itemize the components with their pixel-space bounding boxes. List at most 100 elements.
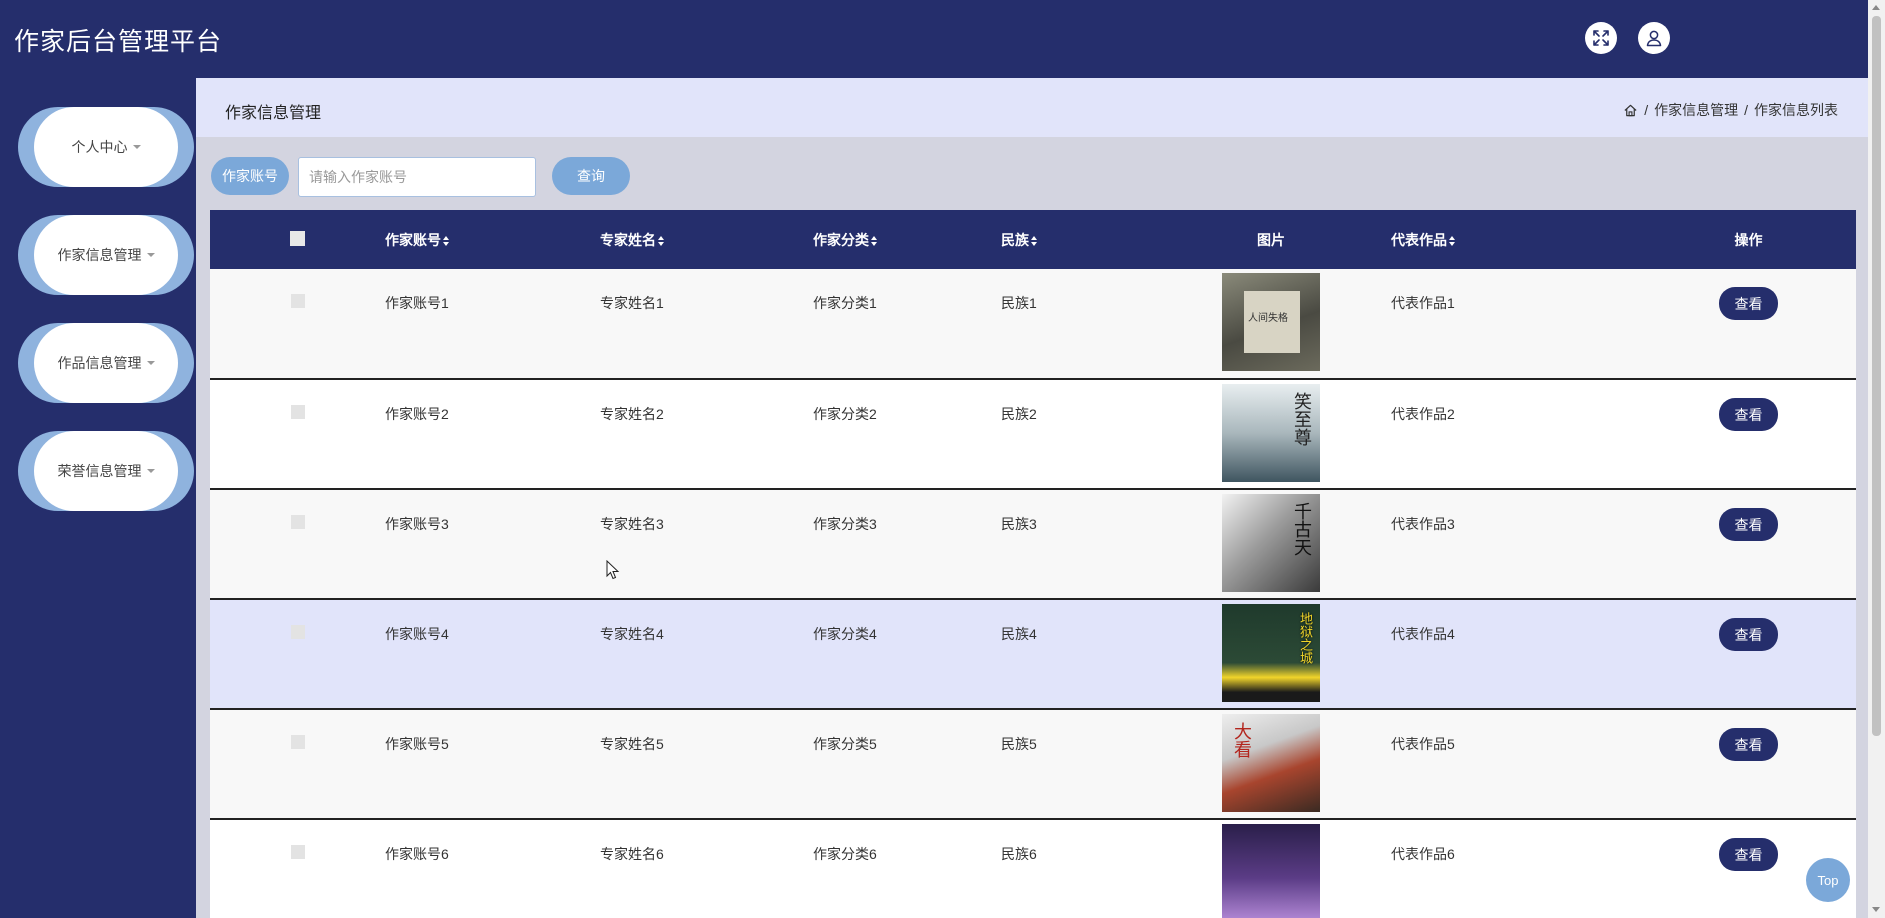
account-cell: 作家账号6 — [385, 846, 449, 862]
row-checkbox[interactable] — [290, 735, 305, 749]
breadcrumb-bar: 作家信息管理 / 作家信息管理 / 作家信息列表 — [196, 78, 1868, 137]
category-cell: 作家分类5 — [813, 736, 877, 752]
checkbox-cell — [210, 269, 385, 379]
work-cell: 代表作品1 — [1391, 295, 1455, 311]
table-row: 作家账号2 专家姓名2 作家分类2 民族2 笑至尊 代表作品2 查看 — [210, 379, 1856, 489]
back-to-top-button[interactable]: Top — [1806, 858, 1850, 902]
column-header: 操作 — [1641, 210, 1856, 269]
account-cell: 作家账号5 — [385, 736, 449, 752]
column-label: 作家分类 — [813, 231, 869, 248]
cover-image: 地狱之城 — [1222, 604, 1320, 702]
table-row: 作家账号5 专家姓名5 作家分类5 民族5 大看 代表作品5 查看 — [210, 709, 1856, 819]
app-title: 作家后台管理平台 — [14, 28, 223, 56]
image-cell: 笑至尊 — [1151, 379, 1391, 489]
column-header: 图片 — [1151, 210, 1391, 269]
table-row: 作家账号1 专家姓名1 作家分类1 民族1 人间失格 代表作品1 查看 — [210, 269, 1856, 379]
checkbox-cell — [210, 819, 385, 918]
row-checkbox[interactable] — [290, 294, 305, 308]
view-button[interactable]: 查看 — [1719, 508, 1778, 541]
scrollbar-thumb[interactable] — [1872, 16, 1881, 736]
column-header[interactable]: 作家分类 — [813, 210, 1001, 269]
sidebar-item-writer-info[interactable]: 作家信息管理 — [18, 215, 194, 295]
table-row: 作家账号6 专家姓名6 作家分类6 民族6 代表作品6 查看 — [210, 819, 1856, 918]
account-cell: 作家账号3 — [385, 516, 449, 532]
category-cell: 作家分类4 — [813, 626, 877, 642]
account-cell: 作家账号2 — [385, 406, 449, 422]
image-cell: 人间失格 — [1151, 269, 1391, 379]
category-cell: 作家分类2 — [813, 406, 877, 422]
checkbox-cell — [210, 599, 385, 709]
view-button[interactable]: 查看 — [1719, 728, 1778, 761]
row-checkbox[interactable] — [290, 405, 305, 419]
cover-title: 人间失格 — [1248, 313, 1288, 324]
nation-cell: 民族3 — [1001, 516, 1037, 532]
search-input[interactable] — [298, 157, 536, 197]
account-cell: 作家账号1 — [385, 295, 449, 311]
table-header-row: 作家账号 专家姓名 作家分类 民族 图片 代表作品 操作 — [210, 210, 1856, 269]
name-cell: 专家姓名2 — [600, 406, 664, 422]
nation-cell: 民族1 — [1001, 295, 1037, 311]
sidebar-item-body: 个人中心 — [34, 107, 178, 187]
checkbox-cell — [210, 489, 385, 599]
sidebar-item-label: 作品信息管理 — [57, 355, 142, 371]
writer-table: 作家账号 专家姓名 作家分类 民族 图片 代表作品 操作 作家账号1 专家姓名1… — [210, 210, 1856, 918]
image-cell: 大看 — [1151, 709, 1391, 819]
table-row: 作家账号4 专家姓名4 作家分类4 民族4 地狱之城 代表作品4 查看 — [210, 599, 1856, 709]
name-cell: 专家姓名1 — [600, 295, 664, 311]
fullscreen-button[interactable] — [1585, 22, 1617, 54]
sidebar-item-honor-info[interactable]: 荣誉信息管理 — [18, 431, 194, 511]
cover-title: 千古天 — [1291, 502, 1312, 556]
column-header[interactable]: 作家账号 — [385, 210, 600, 269]
account-cell: 作家账号4 — [385, 626, 449, 642]
name-cell: 专家姓名4 — [600, 626, 664, 642]
view-button[interactable]: 查看 — [1719, 287, 1778, 320]
view-button[interactable]: 查看 — [1719, 838, 1778, 871]
sidebar-item-works-info[interactable]: 作品信息管理 — [18, 323, 194, 403]
breadcrumb-separator: / — [1744, 102, 1748, 118]
work-cell: 代表作品4 — [1391, 626, 1455, 642]
view-button[interactable]: 查看 — [1719, 618, 1778, 651]
column-header[interactable]: 代表作品 — [1391, 210, 1641, 269]
sidebar-item-body: 作品信息管理 — [34, 323, 178, 403]
view-button[interactable]: 查看 — [1719, 398, 1778, 431]
cover-image: 人间失格 — [1222, 273, 1320, 371]
column-header[interactable]: 民族 — [1001, 210, 1151, 269]
search-button[interactable]: 查询 — [552, 157, 630, 195]
action-cell: 查看 — [1641, 599, 1856, 709]
checkbox-cell — [210, 709, 385, 819]
sidebar-item-personal-center[interactable]: 个人中心 — [18, 107, 194, 187]
cover-image: 大看 — [1222, 714, 1320, 812]
sort-icon — [1449, 235, 1456, 246]
select-all-checkbox[interactable] — [290, 230, 305, 246]
sidebar-item-body: 作家信息管理 — [34, 215, 178, 295]
work-cell: 代表作品2 — [1391, 406, 1455, 422]
home-icon[interactable] — [1623, 103, 1638, 118]
column-header[interactable]: 专家姓名 — [600, 210, 813, 269]
sidebar-item-label: 作家信息管理 — [57, 247, 142, 263]
image-cell — [1151, 819, 1391, 918]
sidebar-item-label: 个人中心 — [71, 139, 128, 155]
breadcrumb-item[interactable]: 作家信息管理 — [1654, 100, 1738, 120]
breadcrumb-item: 作家信息列表 — [1754, 102, 1838, 118]
sort-icon — [871, 235, 878, 246]
sort-icon — [443, 235, 450, 246]
row-checkbox[interactable] — [290, 845, 305, 859]
table-row: 作家账号3 专家姓名3 作家分类3 民族3 千古天 代表作品3 查看 — [210, 489, 1856, 599]
cover-title: 大看 — [1231, 722, 1252, 758]
mouse-cursor-icon — [606, 560, 620, 580]
scroll-down-icon[interactable] — [1872, 907, 1880, 912]
column-label: 民族 — [1001, 231, 1029, 248]
scroll-up-icon[interactable] — [1872, 5, 1880, 10]
nation-cell: 民族5 — [1001, 736, 1037, 752]
column-label: 操作 — [1734, 231, 1763, 248]
user-menu-button[interactable] — [1638, 22, 1670, 54]
row-checkbox[interactable] — [290, 625, 305, 639]
fullscreen-icon — [1593, 30, 1609, 46]
chevron-down-icon — [146, 469, 155, 473]
row-checkbox[interactable] — [290, 515, 305, 529]
image-cell: 地狱之城 — [1151, 599, 1391, 709]
main-content: 作家信息管理 / 作家信息管理 / 作家信息列表 作家账号 查询 作家账号 — [196, 78, 1868, 918]
breadcrumb: / 作家信息管理 / 作家信息列表 — [1623, 100, 1838, 120]
name-cell: 专家姓名6 — [600, 846, 664, 862]
nation-cell: 民族6 — [1001, 846, 1037, 862]
